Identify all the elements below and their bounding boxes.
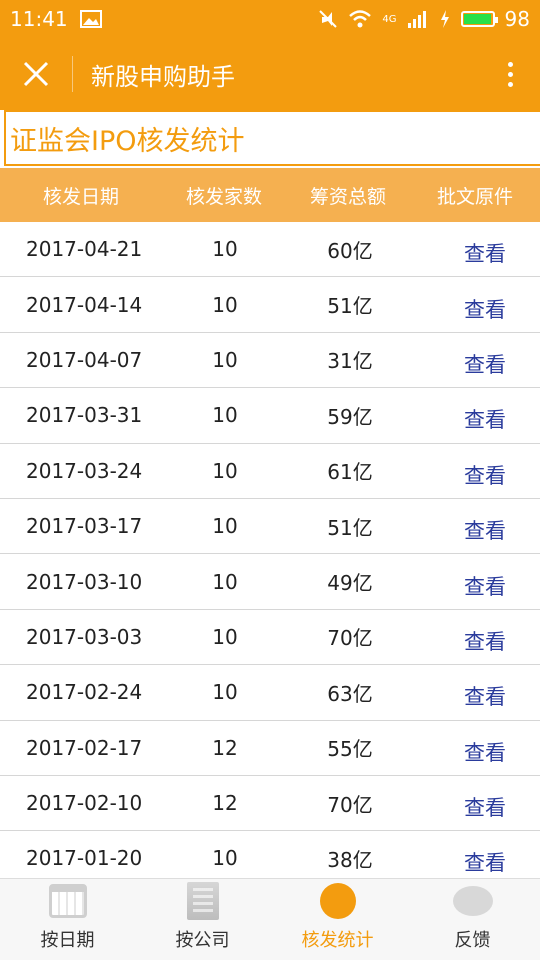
charging-icon bbox=[440, 10, 449, 28]
status-bar: 11:41 4G 98 bbox=[0, 0, 540, 38]
cell-date: 2017-02-17 bbox=[26, 735, 143, 760]
calendar-icon bbox=[48, 884, 87, 918]
cell-date: 2017-01-20 bbox=[26, 846, 143, 871]
cell-amount: 51亿 bbox=[327, 515, 373, 540]
building-icon bbox=[186, 882, 219, 920]
nav-label: 反馈 bbox=[454, 930, 491, 951]
close-button[interactable] bbox=[0, 38, 72, 110]
cell-amount: 55亿 bbox=[327, 737, 373, 762]
table-row: 2017-04-07 10 31亿 查看 bbox=[0, 333, 540, 389]
table-body[interactable]: 2017-04-21 10 60亿 查看 2017-04-14 10 51亿 查看 2017-0… bbox=[0, 222, 540, 878]
signal-icon bbox=[407, 11, 426, 28]
cell-count: 10 bbox=[212, 624, 238, 649]
view-document-link[interactable]: 查看 bbox=[430, 681, 540, 711]
wifi-icon bbox=[349, 10, 372, 28]
cell-count: 10 bbox=[212, 458, 238, 483]
nav-label: 按日期 bbox=[40, 930, 95, 951]
cell-count: 10 bbox=[212, 680, 238, 705]
status-time: 11:41 bbox=[10, 7, 68, 31]
cell-amount: 61亿 bbox=[327, 460, 373, 485]
table-row: 2017-02-10 12 70亿 查看 bbox=[0, 776, 540, 832]
cell-amount: 51亿 bbox=[327, 294, 373, 319]
view-document-link[interactable]: 查看 bbox=[430, 847, 540, 877]
column-header-document: 批文原件 bbox=[436, 185, 513, 208]
cell-date: 2017-03-17 bbox=[26, 514, 143, 539]
cell-date: 2017-03-10 bbox=[26, 569, 143, 594]
more-options-button[interactable] bbox=[480, 38, 540, 110]
battery-icon bbox=[460, 11, 498, 27]
column-header-amount: 筹资总额 bbox=[309, 185, 386, 208]
table-row: 2017-03-31 10 59亿 查看 bbox=[0, 388, 540, 444]
view-document-link[interactable]: 查看 bbox=[430, 792, 540, 822]
table-row: 2017-01-20 10 38亿 查看 bbox=[0, 831, 540, 878]
cell-amount: 59亿 bbox=[327, 404, 373, 429]
mute-icon bbox=[319, 10, 338, 28]
cell-amount: 70亿 bbox=[327, 626, 373, 651]
table-row: 2017-02-17 12 55亿 查看 bbox=[0, 721, 540, 776]
table-row: 2017-04-14 10 51亿 查看 bbox=[0, 277, 540, 333]
view-document-link[interactable]: 查看 bbox=[430, 294, 540, 324]
cell-date: 2017-03-24 bbox=[26, 458, 143, 483]
table-row: 2017-03-03 10 70亿 查看 bbox=[0, 610, 540, 666]
nav-by-date[interactable]: 按日期 bbox=[0, 879, 135, 960]
bottom-navigation: 按日期 按公司 核发统计 反馈 bbox=[0, 878, 540, 960]
view-document-link[interactable]: 查看 bbox=[430, 349, 540, 379]
cell-count: 10 bbox=[212, 569, 238, 594]
view-document-link[interactable]: 查看 bbox=[430, 571, 540, 601]
column-header-date: 核发日期 bbox=[42, 185, 119, 208]
cell-count: 10 bbox=[212, 403, 238, 428]
view-document-link[interactable]: 查看 bbox=[430, 460, 540, 490]
table-header: 核发日期 核发家数 筹资总额 批文原件 bbox=[0, 168, 540, 222]
cell-amount: 49亿 bbox=[327, 571, 373, 596]
nav-label: 核发统计 bbox=[301, 930, 374, 951]
close-icon bbox=[23, 61, 49, 87]
battery-level: 98 bbox=[504, 7, 530, 31]
cell-date: 2017-04-21 bbox=[26, 237, 143, 262]
cell-date: 2017-02-24 bbox=[26, 680, 143, 705]
cell-date: 2017-04-07 bbox=[26, 347, 143, 372]
table-row: 2017-04-21 10 60亿 查看 bbox=[0, 222, 540, 278]
image-notification-icon bbox=[79, 10, 102, 28]
cell-date: 2017-03-03 bbox=[26, 624, 143, 649]
cell-amount: 70亿 bbox=[327, 792, 373, 817]
table-row: 2017-03-10 10 49亿 查看 bbox=[0, 554, 540, 610]
cell-date: 2017-04-14 bbox=[26, 292, 143, 317]
view-document-link[interactable]: 查看 bbox=[430, 515, 540, 545]
cell-count: 10 bbox=[212, 514, 238, 539]
header-divider bbox=[72, 56, 73, 92]
network-type: 4G bbox=[382, 13, 397, 25]
nav-label: 按公司 bbox=[175, 930, 230, 951]
cell-count: 10 bbox=[212, 237, 238, 262]
statistics-icon bbox=[319, 883, 356, 919]
cell-count: 10 bbox=[212, 347, 238, 372]
cell-amount: 60亿 bbox=[327, 238, 373, 263]
cell-amount: 31亿 bbox=[327, 349, 373, 374]
cell-count: 12 bbox=[212, 791, 238, 816]
app-header: 新股申购助手 bbox=[0, 38, 540, 110]
cell-count: 12 bbox=[212, 735, 238, 760]
column-header-count: 核发家数 bbox=[185, 185, 262, 208]
view-document-link[interactable]: 查看 bbox=[430, 737, 540, 767]
cell-count: 10 bbox=[212, 846, 238, 871]
section-title: 证监会IPO核发统计 bbox=[4, 110, 540, 166]
more-dot-icon bbox=[507, 81, 513, 87]
cell-count: 10 bbox=[212, 292, 238, 317]
nav-feedback[interactable]: 反馈 bbox=[405, 879, 540, 960]
view-document-link[interactable]: 查看 bbox=[430, 238, 540, 268]
table-row: 2017-03-24 10 61亿 查看 bbox=[0, 444, 540, 499]
app-title: 新股申购助手 bbox=[91, 62, 235, 91]
cell-date: 2017-02-10 bbox=[26, 791, 143, 816]
more-dot-icon bbox=[507, 71, 513, 77]
feedback-icon bbox=[452, 886, 493, 916]
cell-amount: 38亿 bbox=[327, 847, 373, 872]
view-document-link[interactable]: 查看 bbox=[430, 626, 540, 656]
nav-statistics[interactable]: 核发统计 bbox=[270, 879, 405, 960]
more-dot-icon bbox=[507, 61, 513, 67]
cell-amount: 63亿 bbox=[327, 681, 373, 706]
nav-by-company[interactable]: 按公司 bbox=[135, 879, 270, 960]
view-document-link[interactable]: 查看 bbox=[430, 404, 540, 434]
table-row: 2017-03-17 10 51亿 查看 bbox=[0, 499, 540, 555]
table-row: 2017-02-24 10 63亿 查看 bbox=[0, 665, 540, 721]
cell-date: 2017-03-31 bbox=[26, 403, 143, 428]
